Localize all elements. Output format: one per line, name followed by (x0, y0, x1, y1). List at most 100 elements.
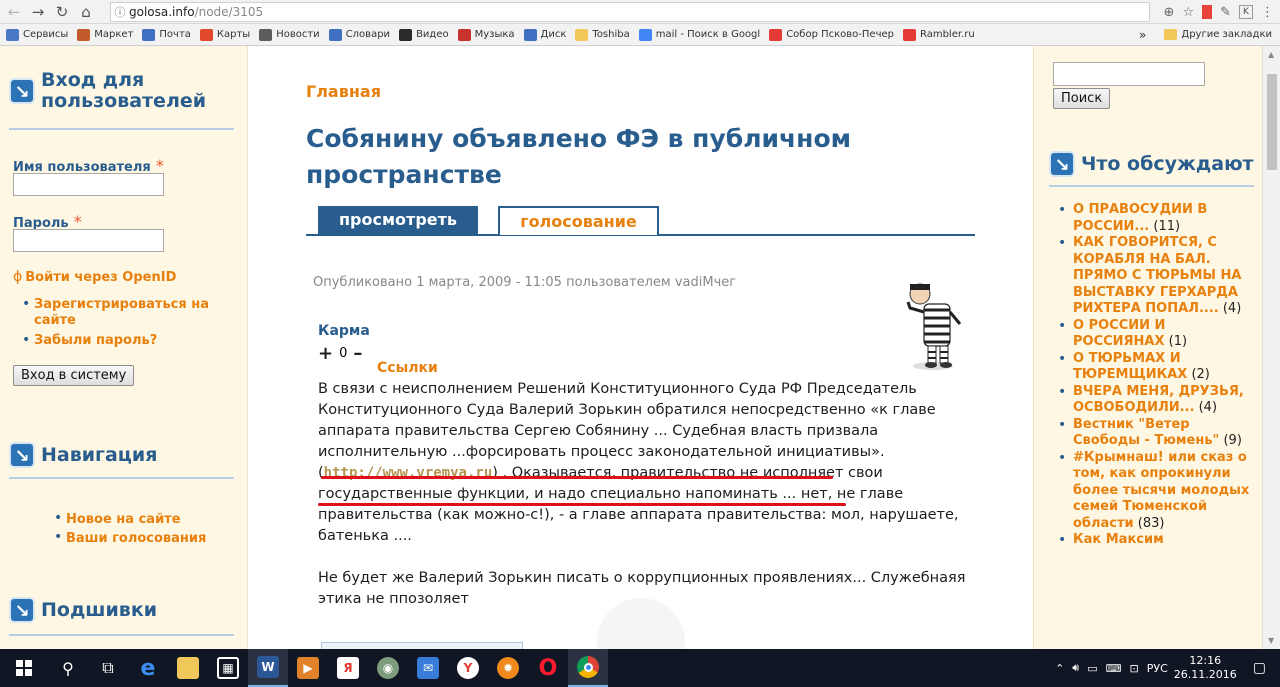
openid-icon: ɸ (13, 269, 23, 285)
home-icon[interactable]: ⌂ (74, 0, 98, 24)
share-bar[interactable] (321, 642, 523, 649)
file-explorer-icon[interactable] (168, 649, 208, 687)
scroll-down-arrow-icon[interactable]: ▼ (1268, 636, 1274, 645)
edge-browser-icon[interactable]: e (128, 649, 168, 687)
web-page: ↘ Вход для пользователей Имя пользовател… (0, 46, 1280, 649)
back-arrow-icon[interactable]: ← (2, 0, 26, 24)
page-scrollbar[interactable]: ▲ ▼ (1262, 46, 1280, 649)
bookmark-item[interactable]: Диск (523, 28, 566, 41)
info-icon[interactable]: ⓘ (111, 4, 129, 20)
discussions-block-title: ↘ Что обсуждают (1049, 151, 1254, 177)
login-button[interactable]: Вход в систему (13, 365, 135, 386)
network-icon[interactable]: ⊡ (1130, 662, 1139, 675)
clock[interactable]: 12:16 26.11.2016 (1174, 654, 1237, 682)
scrollbar-thumb[interactable] (1267, 74, 1277, 170)
market-icon (77, 28, 91, 41)
bookmark-item[interactable]: Новости (259, 28, 320, 41)
search-icon[interactable]: ⚲ (48, 649, 88, 687)
battery-icon[interactable]: ▭ (1087, 662, 1097, 675)
openid-row[interactable]: ɸ Войти через OpenID (13, 269, 176, 285)
app-circle-icon[interactable]: ◉ (368, 649, 408, 687)
login-block-title: ↘ Вход для пользователей (9, 70, 221, 112)
discussion-link[interactable]: Вестник "Ветер Свободы - Тюмень" (1073, 417, 1219, 449)
bookmark-item[interactable]: Собор Псково-Печер (769, 28, 894, 41)
discussion-link[interactable]: Как Максим (1073, 532, 1164, 547)
register-link[interactable]: Зарегистрироваться на сайте (34, 297, 209, 328)
other-bookmarks-link[interactable]: Другие закладки (1181, 29, 1272, 40)
divider (9, 477, 234, 479)
discussion-item: КАК ГОВОРИТСЯ, С КОРАБЛЯ НА БАЛ. ПРЯМО С… (1058, 235, 1254, 318)
yandex-browser-icon[interactable]: Y (448, 649, 488, 687)
mail-icon (142, 28, 156, 41)
account-links: Зарегистрироваться на сайте Забыли парол… (20, 296, 230, 349)
tab-view[interactable]: просмотреть (318, 206, 478, 235)
flag-extension-icon[interactable] (1202, 5, 1213, 19)
list-item: Зарегистрироваться на сайте (20, 296, 230, 329)
breadcrumb-home-link[interactable]: Главная (306, 82, 381, 101)
bookmarks-bar: Сервисы Маркет Почта Карты Новости Словари Вид… (0, 24, 1280, 46)
tab-voting[interactable]: голосование (498, 206, 659, 235)
notifications-icon[interactable]: ▢ (1253, 660, 1266, 676)
search-input[interactable] (1053, 62, 1205, 86)
karma-score: 0 (339, 346, 348, 361)
discussion-link[interactable]: О ТЮРЬМАХ И ТЮРЕМЩИКАХ (1073, 351, 1187, 383)
tray-expand-icon[interactable]: ⌃ (1055, 662, 1064, 675)
folder-icon (575, 28, 589, 41)
bookmark-item[interactable]: Словари (328, 28, 390, 41)
bookmarks-more-button[interactable]: » (1139, 28, 1146, 42)
forgot-password-link[interactable]: Забыли пароль? (34, 333, 157, 348)
chrome-icon[interactable] (568, 649, 608, 687)
extension-k-icon[interactable]: K (1239, 5, 1253, 19)
discussion-link[interactable]: О ПРАВОСУДИИ В РОССИИ... (1073, 202, 1207, 234)
discussion-link[interactable]: ВЧЕРА МЕНЯ, ДРУЗЬЯ, ОСВОБОДИЛИ... (1073, 384, 1244, 416)
red-underline (321, 476, 833, 479)
task-view-icon[interactable]: ⧉ (88, 649, 128, 687)
search-button[interactable]: Поиск (1053, 88, 1111, 109)
bookmark-item[interactable]: Маркет (77, 28, 133, 41)
discussion-link[interactable]: О РОССИИ И РОССИЯНАХ (1073, 318, 1165, 350)
discussion-link[interactable]: КАК ГОВОРИТСЯ, С КОРАБЛЯ НА БАЛ. ПРЯМО С… (1073, 235, 1241, 316)
password-input[interactable] (13, 229, 164, 252)
word-icon[interactable]: W (248, 649, 288, 687)
new-on-site-link[interactable]: Новое на сайте (66, 512, 181, 527)
bookmark-item[interactable]: mail - Поиск в Googl (638, 28, 760, 41)
yandex-icon (902, 28, 916, 41)
reload-icon[interactable]: ↻ (50, 0, 74, 24)
windows-taskbar: ⚲ ⧉ e ▦ W ▶ Я ◉ ✉ Y ✹ O ⌃ 🔊︎ ▭ ⌨ ⊡ РУС 1… (0, 649, 1280, 687)
bookmark-item[interactable]: Сервисы (6, 28, 68, 41)
media-player-icon[interactable]: ▶ (288, 649, 328, 687)
bookmark-item[interactable]: Видео (399, 28, 449, 41)
language-indicator[interactable]: РУС (1147, 662, 1168, 675)
extension-icon[interactable]: ✎ (1220, 5, 1231, 20)
opera-icon[interactable]: O (528, 649, 568, 687)
discussion-item: Вестник "Ветер Свободы - Тюмень" (9) (1058, 417, 1254, 450)
arrow-box-icon: ↘ (9, 78, 35, 104)
forward-arrow-icon[interactable]: → (26, 0, 50, 24)
mail-app-icon[interactable]: ✉ (408, 649, 448, 687)
comment-count: (11) (1153, 218, 1181, 234)
navigation-links: Новое на сайте Ваши голосования (52, 509, 206, 548)
bookmark-item[interactable]: Rambler.ru (902, 28, 975, 41)
scroll-up-arrow-icon[interactable]: ▲ (1268, 50, 1274, 59)
bookmark-item[interactable]: Почта (142, 28, 191, 41)
address-bar[interactable]: ⓘ golosa.info/node/3105 (110, 2, 1150, 22)
vote-down-button[interactable]: – (353, 343, 362, 364)
openid-link[interactable]: Войти через OpenID (25, 270, 176, 285)
volume-icon[interactable]: 🔊︎ (1072, 661, 1079, 675)
vote-up-button[interactable]: + (318, 343, 333, 364)
keyboard-icon[interactable]: ⌨ (1106, 662, 1122, 675)
menu-icon[interactable]: ⋮ (1261, 5, 1274, 20)
links-label[interactable]: Ссылки (377, 360, 438, 376)
bookmark-item[interactable]: Карты (199, 28, 250, 41)
windows-start-icon[interactable] (0, 649, 48, 687)
store-icon[interactable]: ▦ (208, 649, 248, 687)
bookmark-item[interactable]: Музыка (457, 28, 515, 41)
bookmark-item[interactable]: Toshiba (575, 28, 630, 41)
your-votes-link[interactable]: Ваши голосования (66, 531, 206, 546)
burning-app-icon[interactable]: ✹ (488, 649, 528, 687)
karma-label: Карма (318, 323, 370, 339)
zoom-icon[interactable]: ⊕ (1164, 5, 1175, 20)
username-input[interactable] (13, 173, 164, 196)
star-icon[interactable]: ☆ (1182, 5, 1194, 20)
yandex-icon[interactable]: Я (328, 649, 368, 687)
